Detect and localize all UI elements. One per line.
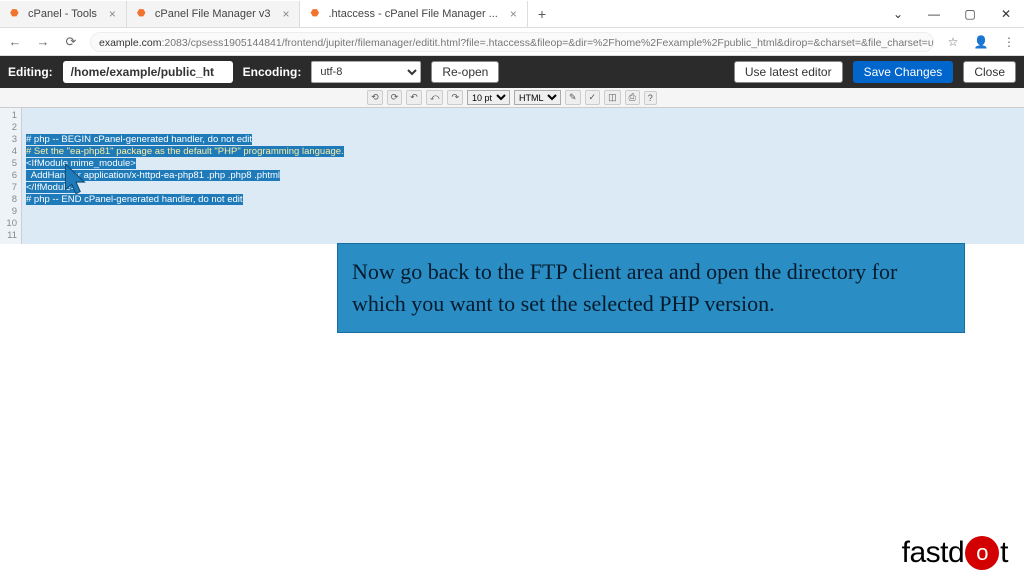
menu-icon[interactable]: ⋮ [1000, 35, 1018, 49]
close-icon[interactable]: × [109, 7, 116, 21]
favicon-icon: ⬣ [137, 8, 149, 20]
window-dropdown-icon[interactable]: ⌄ [880, 7, 916, 21]
logo-dot-icon: o [965, 536, 999, 570]
font-size-select[interactable]: 10 pt [467, 90, 510, 105]
browser-tab-1[interactable]: ⬣ cPanel - Tools × [0, 1, 127, 27]
tab-label: cPanel - Tools [28, 8, 97, 20]
url-input[interactable]: example.com:2083/cpsess1905144841/fronte… [90, 32, 934, 52]
toolbar-icon[interactable]: ⟲ [367, 90, 383, 105]
code-line: # php -- END cPanel-generated handler, d… [26, 194, 243, 205]
window-controls: ⌄ ― ▢ ✕ [880, 7, 1024, 21]
maximize-icon[interactable]: ▢ [952, 7, 988, 21]
toolbar-icon[interactable]: ✎ [565, 90, 581, 105]
encoding-label: Encoding: [243, 65, 302, 79]
browser-tabbar: ⬣ cPanel - Tools × ⬣ cPanel File Manager… [0, 0, 1024, 28]
use-latest-editor-button[interactable]: Use latest editor [734, 61, 843, 83]
favicon-icon: ⬣ [310, 8, 322, 20]
toolbar-icon[interactable]: ↶ [406, 90, 422, 105]
cursor-icon [63, 162, 89, 200]
back-button[interactable]: ← [6, 34, 24, 49]
toolbar-icon[interactable]: ⟳ [387, 90, 403, 105]
code-line: # Set the "ea-php81" package as the defa… [26, 146, 344, 157]
url-host: example.com [99, 37, 161, 49]
toolbar-icon[interactable]: ◫ [604, 90, 621, 105]
toolbar-icon[interactable]: ↷ [447, 90, 463, 105]
bookmark-icon[interactable]: ☆ [944, 35, 962, 49]
code-editor[interactable]: 123 456 789 1011 # php -- BEGIN cPanel-g… [0, 108, 1024, 244]
reload-button[interactable]: ⟳ [62, 34, 80, 50]
tab-label: .htaccess - cPanel File Manager ... [328, 8, 497, 20]
code-content[interactable]: # php -- BEGIN cPanel-generated handler,… [22, 108, 1024, 244]
editing-label: Editing: [8, 65, 53, 79]
minimize-icon[interactable]: ― [916, 7, 952, 21]
close-window-icon[interactable]: ✕ [988, 7, 1024, 21]
fastdot-logo: fastdot [902, 536, 1008, 570]
close-button[interactable]: Close [963, 61, 1016, 83]
toolbar-icon[interactable]: ⎙ [625, 90, 640, 105]
url-path: :2083/cpsess1905144841/frontend/jupiter/… [161, 37, 934, 49]
code-line: # php -- BEGIN cPanel-generated handler,… [26, 134, 252, 145]
new-tab-button[interactable]: + [528, 6, 556, 22]
save-changes-button[interactable]: Save Changes [853, 61, 954, 83]
browser-tab-2[interactable]: ⬣ cPanel File Manager v3 × [127, 1, 301, 27]
instruction-overlay: Now go back to the FTP client area and o… [337, 243, 965, 333]
mini-toolbar: ⟲ ⟳ ↶ ⤺ ↷ 10 pt HTML ✎ ✓ ◫ ⎙ ? [0, 88, 1024, 108]
forward-button[interactable]: → [34, 34, 52, 49]
tab-label: cPanel File Manager v3 [155, 8, 271, 20]
line-gutter: 123 456 789 1011 [0, 108, 22, 244]
editor-toolbar: Editing: /home/example/public_ht Encodin… [0, 56, 1024, 88]
toolbar-icon[interactable]: ✓ [585, 90, 601, 105]
lang-select[interactable]: HTML [514, 90, 561, 105]
reopen-button[interactable]: Re-open [431, 61, 499, 83]
encoding-select[interactable]: utf-8 [311, 61, 421, 83]
close-icon[interactable]: × [510, 7, 517, 21]
toolbar-icon[interactable]: ? [644, 91, 657, 105]
browser-addressbar: ← → ⟳ example.com:2083/cpsess1905144841/… [0, 28, 1024, 56]
favicon-icon: ⬣ [10, 8, 22, 20]
file-path-display: /home/example/public_ht [63, 61, 233, 83]
close-icon[interactable]: × [282, 7, 289, 21]
browser-tab-3[interactable]: ⬣ .htaccess - cPanel File Manager ... × [300, 1, 527, 27]
profile-icon[interactable]: 👤 [972, 35, 990, 49]
toolbar-icon[interactable]: ⤺ [426, 90, 444, 105]
